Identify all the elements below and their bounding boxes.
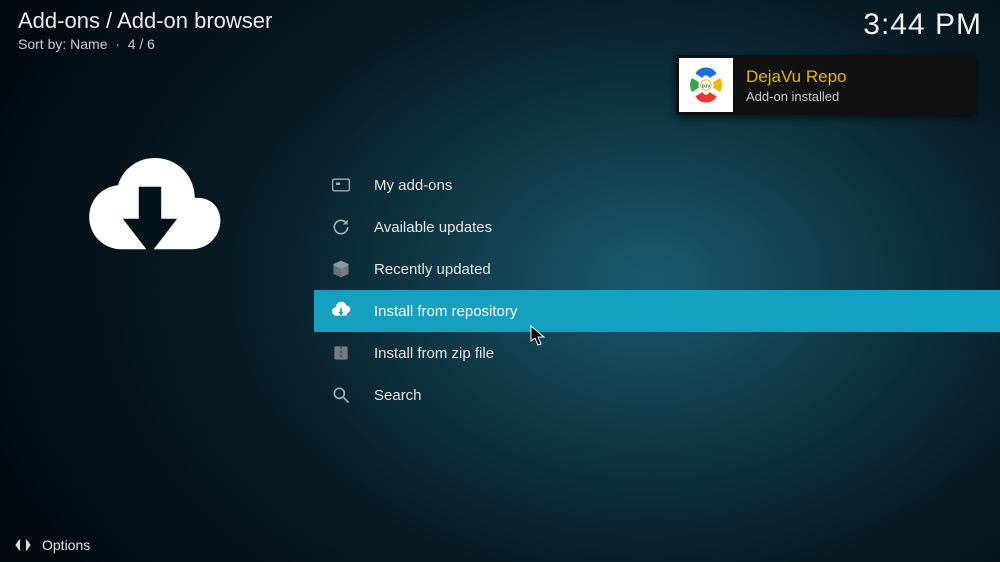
menu-item-available-updates[interactable]: Available updates — [314, 206, 1000, 248]
list-position: 4 / 6 — [128, 36, 155, 52]
menu-item-label: Install from repository — [374, 303, 517, 320]
breadcrumb: Add-ons / Add-on browser — [18, 8, 272, 34]
menu-item-label: Recently updated — [374, 261, 491, 278]
menu-item-install-from-zip[interactable]: Install from zip file — [314, 332, 1000, 374]
header-left: Add-ons / Add-on browser Sort by: Name ·… — [18, 8, 272, 52]
notification-repo-icon: DJV — [679, 58, 733, 112]
menu-list: My add-ons Available updates Recently up… — [314, 164, 1000, 416]
options-label: Options — [42, 537, 90, 553]
menu-item-my-addons[interactable]: My add-ons — [314, 164, 1000, 206]
sort-separator: · — [111, 36, 127, 52]
svg-text:DJV: DJV — [702, 84, 711, 89]
header: Add-ons / Add-on browser Sort by: Name ·… — [18, 8, 982, 52]
addons-icon — [328, 172, 354, 198]
menu-item-label: Available updates — [374, 219, 492, 236]
menu-item-search[interactable]: Search — [314, 374, 1000, 416]
menu-item-label: Install from zip file — [374, 345, 494, 362]
refresh-icon — [328, 214, 354, 240]
notification-subtitle: Add-on installed — [746, 89, 847, 104]
menu-item-install-from-repository[interactable]: Install from repository — [314, 290, 1000, 332]
download-cloud-icon — [70, 126, 230, 291]
sort-label: Sort by: Name — [18, 36, 107, 52]
sort-line: Sort by: Name · 4 / 6 — [18, 36, 272, 52]
search-icon — [328, 382, 354, 408]
notification-text: DejaVu Repo Add-on installed — [746, 67, 847, 104]
options-icon — [14, 536, 32, 554]
box-icon — [328, 256, 354, 282]
menu-item-recently-updated[interactable]: Recently updated — [314, 248, 1000, 290]
cloud-download-icon — [328, 298, 354, 324]
clock: 3:44 PM — [863, 8, 982, 42]
menu-item-label: My add-ons — [374, 177, 452, 194]
notification-toast: DJV DejaVu Repo Add-on installed — [676, 55, 976, 115]
footer-options[interactable]: Options — [14, 536, 90, 554]
notification-title: DejaVu Repo — [746, 67, 847, 87]
zip-icon — [328, 340, 354, 366]
menu-item-label: Search — [374, 387, 422, 404]
